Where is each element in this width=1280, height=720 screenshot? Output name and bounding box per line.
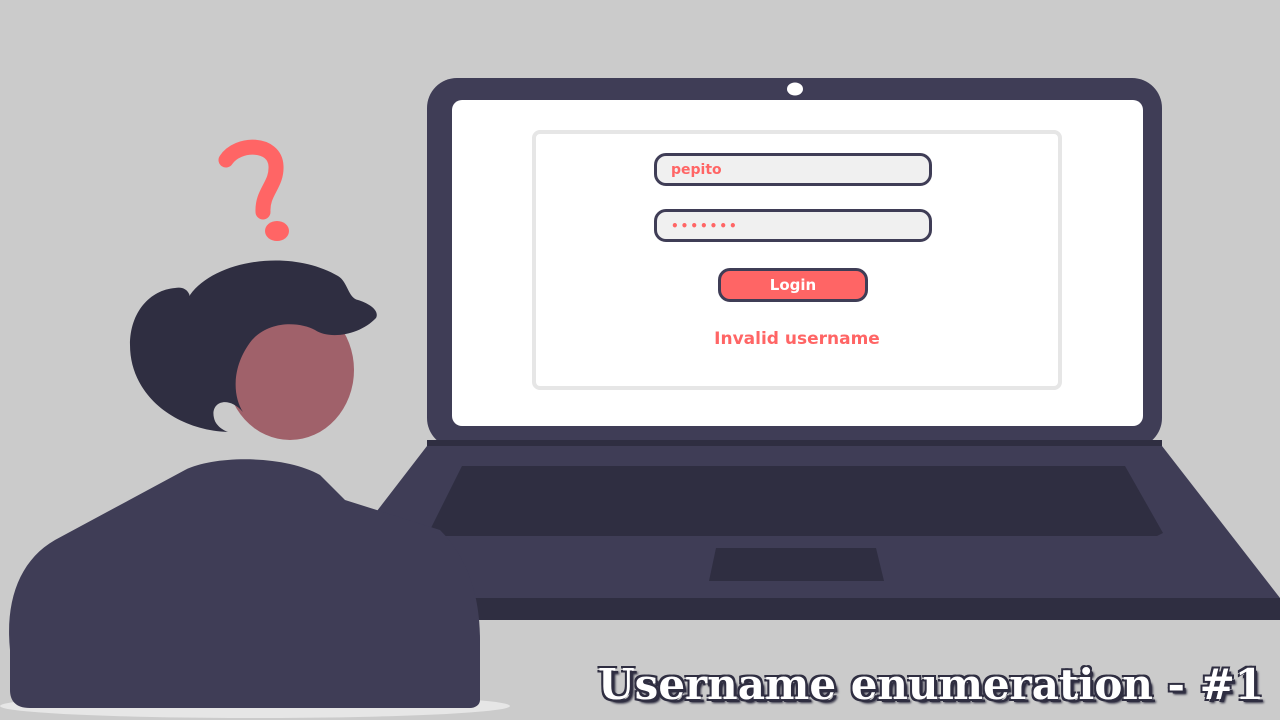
username-field[interactable]	[654, 153, 932, 186]
error-message: Invalid username	[714, 329, 880, 349]
laptop-touchpad	[709, 548, 884, 581]
login-form-card: Login Invalid username	[532, 130, 1062, 390]
illustration: Login Invalid username Username enumerat…	[0, 0, 1280, 720]
password-field[interactable]	[654, 209, 932, 242]
laptop-webcam	[787, 82, 803, 96]
login-button[interactable]: Login	[718, 268, 868, 302]
question-mark-icon	[218, 139, 284, 220]
page-caption: Username enumeration - #1	[598, 660, 1264, 709]
question-mark-dot	[265, 221, 289, 241]
laptop-hinge	[427, 440, 1162, 446]
laptop-keyboard	[431, 466, 1163, 536]
